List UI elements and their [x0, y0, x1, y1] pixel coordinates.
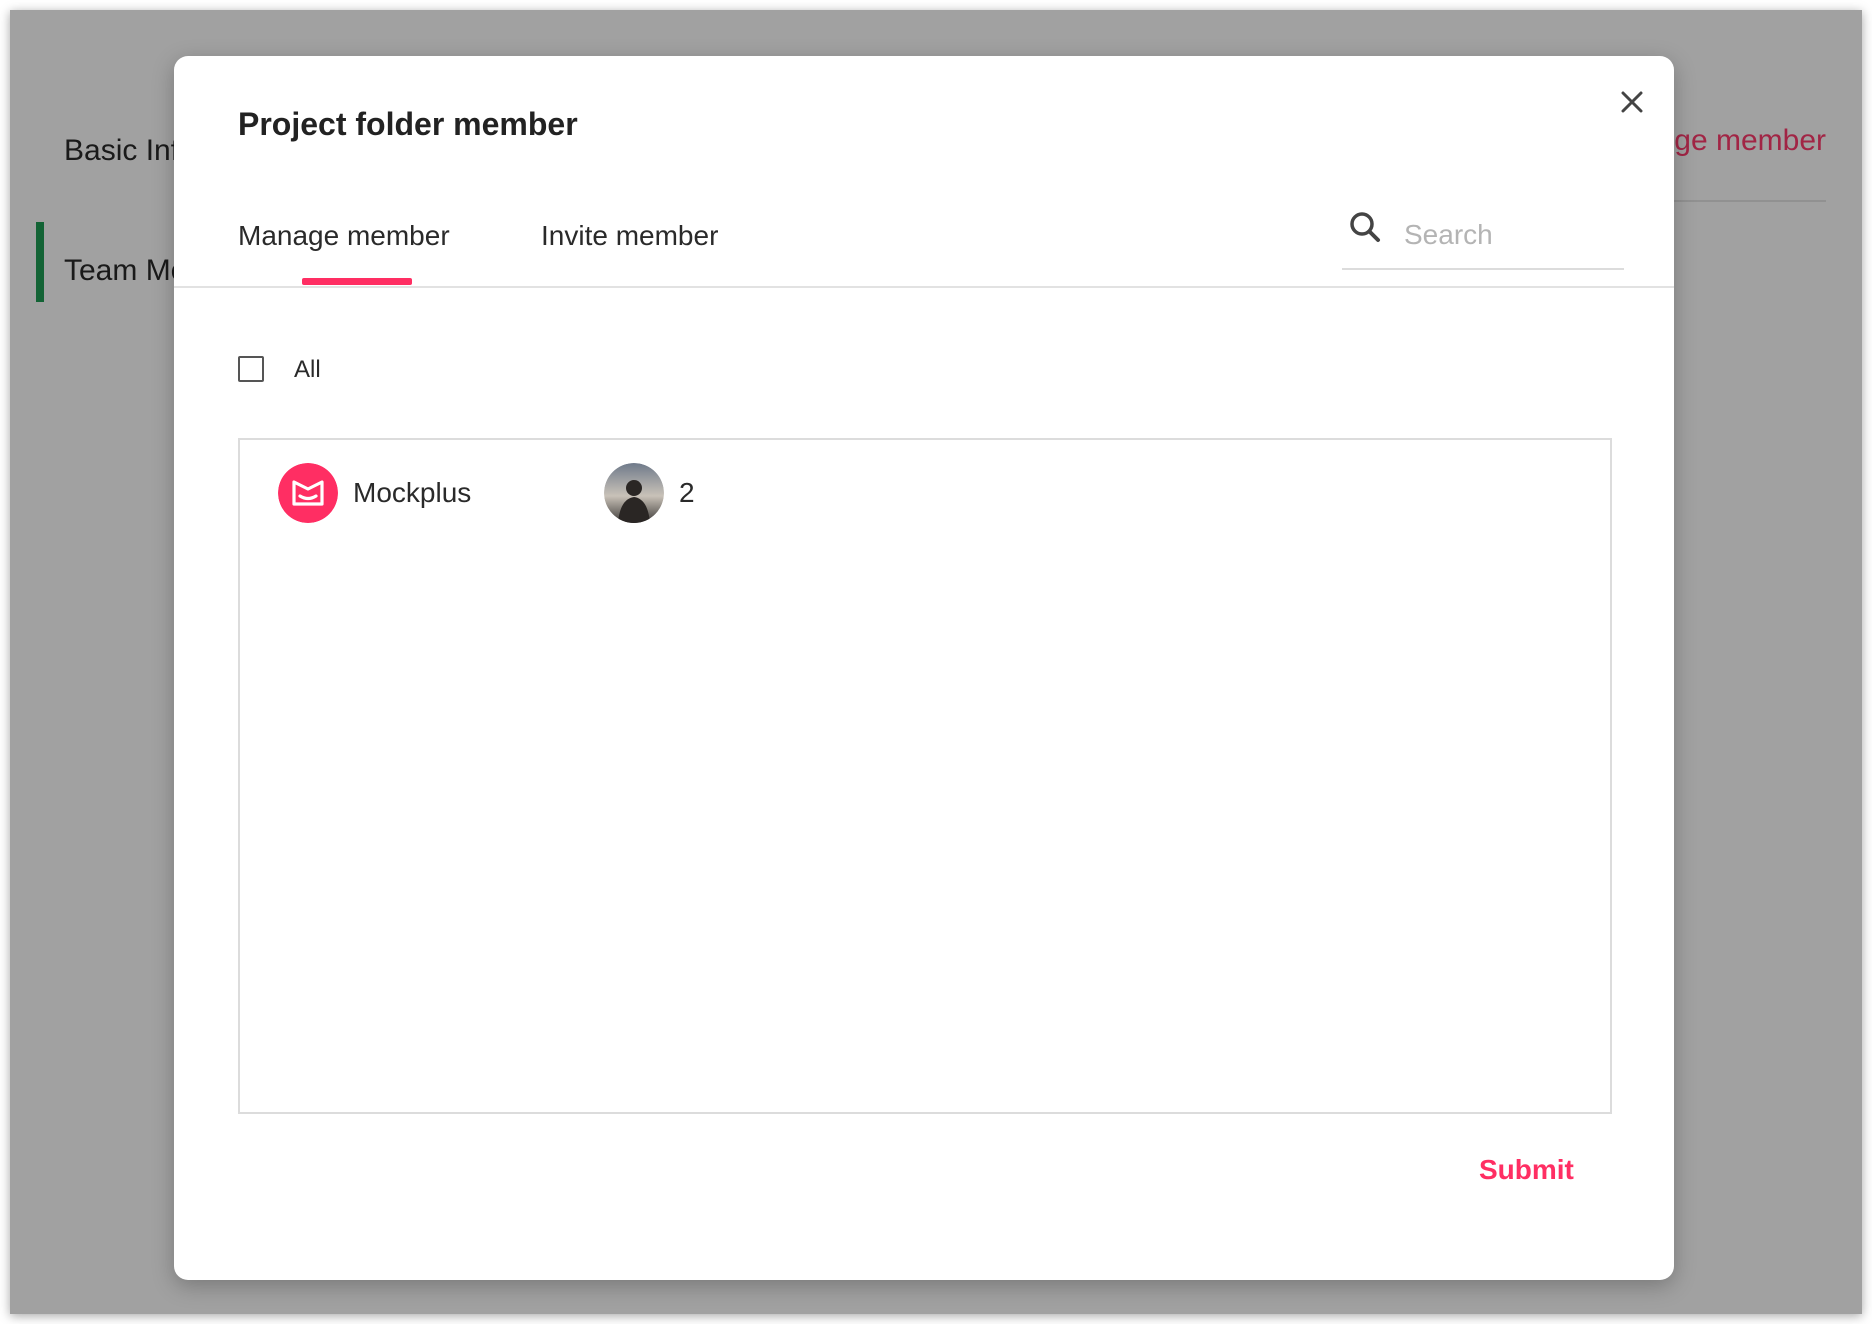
search-input[interactable] [1402, 212, 1616, 258]
dialog-title: Project folder member [238, 106, 578, 142]
photo-avatar [604, 463, 664, 523]
active-tab-indicator [302, 278, 412, 285]
close-button[interactable] [1612, 82, 1652, 122]
member-list: Mockplus 2 [238, 438, 1612, 1114]
search-icon[interactable] [1348, 210, 1384, 251]
tab-invite-member[interactable]: Invite member [541, 220, 718, 252]
member-name: Mockplus [353, 477, 472, 508]
tab-manage-member[interactable]: Manage member [238, 220, 450, 252]
member-item[interactable]: Mockplus [278, 462, 471, 524]
app-window: Basic Inf Team Me ge member Project fold… [10, 10, 1862, 1314]
project-folder-member-dialog: Project folder member Manage member Invi… [174, 56, 1674, 1280]
search-box [1342, 202, 1624, 270]
member-name: 2 [679, 477, 695, 508]
member-item[interactable]: 2 [604, 462, 695, 524]
select-all-checkbox[interactable] [238, 356, 264, 382]
close-icon [1621, 91, 1643, 113]
select-all-label: All [294, 356, 321, 383]
mockplus-logo-icon [278, 463, 338, 523]
submit-button[interactable]: Submit [1479, 1154, 1574, 1186]
tabs-divider [174, 286, 1674, 288]
